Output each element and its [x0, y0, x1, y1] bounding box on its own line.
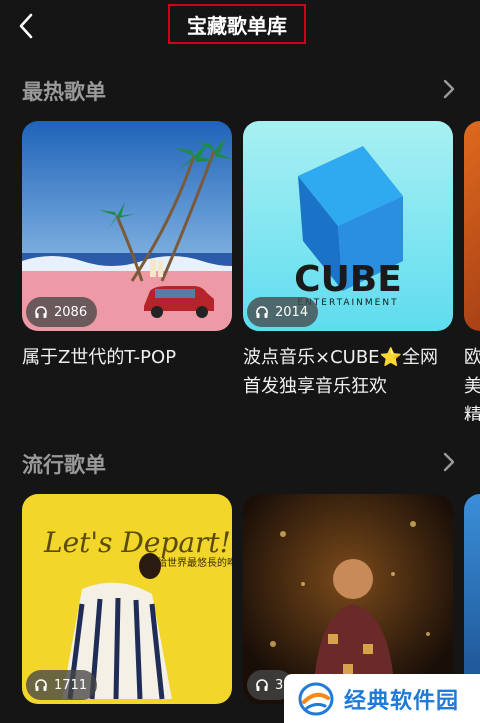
top-bar: 宝藏歌单库 [0, 0, 480, 52]
playlist-cover: 3 [243, 494, 453, 704]
playlist-card[interactable]: 欧美精 [464, 121, 480, 421]
cover-brand-text: CUBE [294, 259, 402, 300]
playlist-card[interactable]: 2086 属于Z世代的T-POP [22, 121, 232, 372]
playlist-rail-hot: 2086 属于Z世代的T-POP CUBE ENTERTAINMENT 2014 [0, 121, 480, 421]
watermark-logo: 经典软件园 [284, 674, 480, 723]
section-title-pop: 流行歌单 [22, 453, 106, 477]
playlist-cover: 2086 [22, 121, 232, 331]
playlist-title: 属于Z世代的T-POP [22, 347, 177, 368]
cover-title-text: Let's Depart! [43, 526, 231, 559]
headphones-icon [256, 306, 268, 318]
play-count-badge: 2014 [247, 297, 319, 327]
play-count: 2086 [54, 304, 88, 320]
play-count: 2014 [275, 304, 309, 320]
playlist-card[interactable] [464, 494, 480, 704]
playlist-cover: CUBE ENTERTAINMENT 2014 [243, 121, 453, 331]
back-button[interactable] [14, 12, 38, 40]
cover-subtitle-text: 給世界最悠長的吻 [157, 556, 232, 569]
site-logo-icon [298, 682, 334, 715]
play-count-badge: 1711 [26, 670, 98, 700]
page-title: 宝藏歌单库 [168, 4, 306, 44]
playlist-cover [464, 121, 480, 331]
playlist-title: 波点音乐×CUBE⭐全网首发独享音乐狂欢 [243, 347, 438, 397]
chevron-right-icon [443, 79, 455, 99]
playlist-card[interactable]: CUBE ENTERTAINMENT 2014 波点音乐×CUBE⭐全网首发独享… [243, 121, 453, 401]
headphones-icon [35, 679, 47, 691]
chevron-left-icon [19, 13, 33, 39]
playlist-cover [464, 494, 480, 704]
watermark-text: 经典软件园 [344, 688, 460, 714]
playlist-title: 欧美精 [464, 347, 480, 421]
playlist-card[interactable]: Let's Depart! 給世界最悠長的吻 1711 [22, 494, 232, 704]
section-more-button[interactable] [442, 451, 456, 473]
section-more-button[interactable] [442, 78, 456, 100]
headphones-icon [256, 679, 268, 691]
play-count: 1711 [54, 677, 88, 693]
play-count-badge: 2086 [26, 297, 98, 327]
headphones-icon [35, 306, 47, 318]
section-title-hot: 最热歌单 [22, 80, 106, 104]
play-count: 3 [275, 677, 284, 693]
playlist-card[interactable]: 3 [243, 494, 453, 704]
playlist-cover: Let's Depart! 給世界最悠長的吻 1711 [22, 494, 232, 704]
chevron-right-icon [443, 452, 455, 472]
